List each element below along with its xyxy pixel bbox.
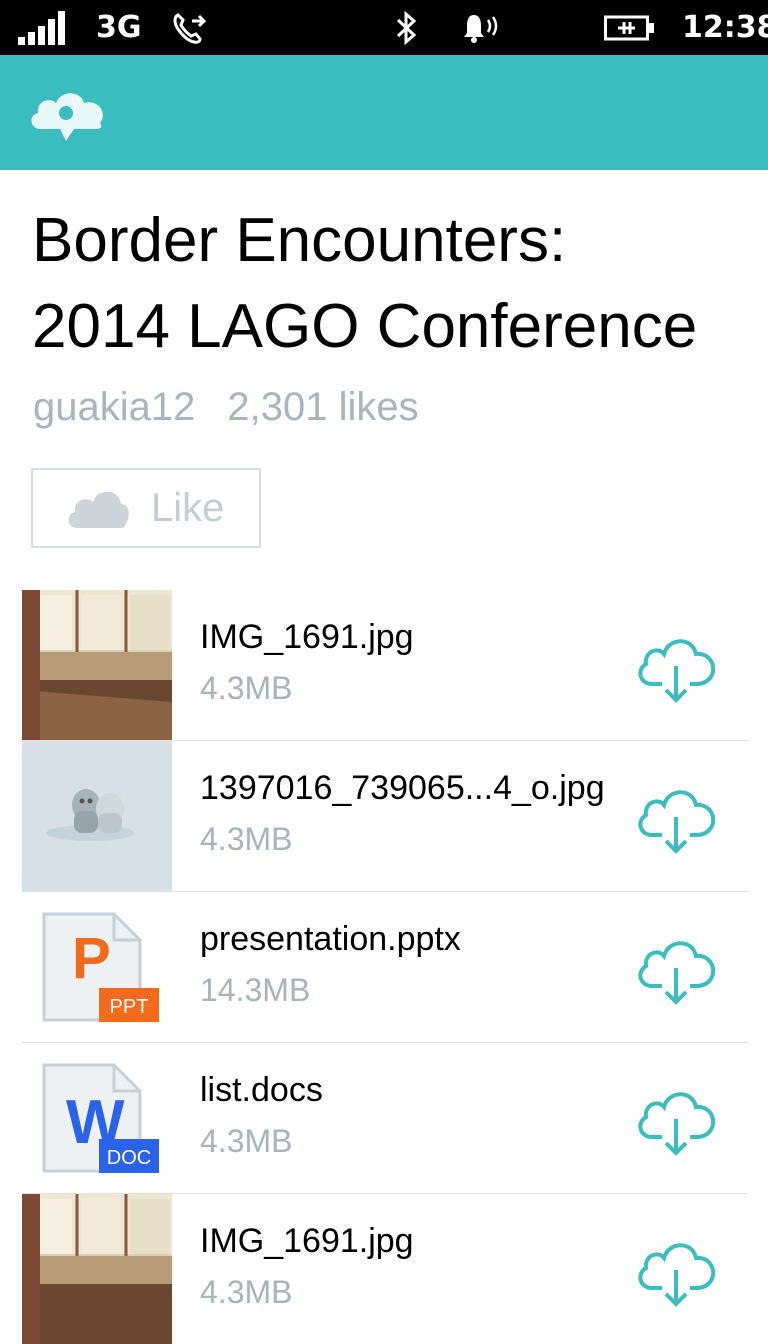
file-row[interactable]: IMG_1691.jpg 4.3MB [22,1194,748,1344]
call-forwarding-icon [172,0,208,55]
figure-thumbnail [22,741,172,891]
owner-name[interactable]: guakia12 [33,385,195,430]
cloud-download-icon[interactable] [634,928,718,1008]
title-line-1: Border Encounters: [32,206,567,275]
ringer-vibrate-icon [462,0,502,55]
app-header [0,55,768,170]
file-row[interactable]: 1397016_739065...4_o.jpg 4.3MB [22,741,748,892]
file-row[interactable]: W DOC list.docs 4.3MB [22,1043,748,1194]
cloud-icon [65,486,129,530]
photo-thumbnail [22,590,172,740]
status-bar: 3G 12:38 [0,0,768,55]
ppt-letter: P [72,926,111,991]
file-name: IMG_1691.jpg [200,618,414,656]
clock: 12:38 [682,10,768,45]
file-row[interactable]: P PPT presentation.pptx 14.3MB [22,892,748,1043]
signal-icon [18,0,66,55]
ppt-badge: PPT [110,996,149,1018]
network-type: 3G [96,10,142,45]
cloud-download-icon[interactable] [634,777,718,857]
file-size: 4.3MB [200,670,293,706]
file-name: presentation.pptx [200,920,461,958]
doc-badge: DOC [107,1147,151,1169]
file-size: 14.3MB [200,972,311,1008]
page-title: Border Encounters: 2014 LAGO Conference [32,198,752,370]
file-size: 4.3MB [200,1123,293,1159]
cloud-download-icon[interactable] [634,1079,718,1159]
like-button[interactable]: Like [31,468,261,548]
file-row[interactable]: IMG_1691.jpg 4.3MB [22,590,748,741]
title-line-2: 2014 LAGO Conference [32,292,698,361]
file-list: IMG_1691.jpg 4.3MB 1397016_739065...4_o.… [22,590,748,1344]
file-name: IMG_1691.jpg [200,1222,414,1260]
photo-thumbnail [22,1194,172,1344]
battery-charging-icon [604,0,656,55]
like-label: Like [151,485,225,530]
likes-count: 2,301 likes [227,385,419,429]
ppt-file-icon: P PPT [22,892,172,1042]
collection-meta: guakia12 2,301 likes [33,385,419,430]
file-size: 4.3MB [200,821,293,857]
file-name: 1397016_739065...4_o.jpg [200,769,605,807]
cloud-download-icon[interactable] [634,626,718,706]
cloud-download-icon[interactable] [634,1230,718,1310]
doc-file-icon: W DOC [22,1043,172,1193]
bluetooth-icon [395,0,419,55]
cloud-pin-logo-icon[interactable] [28,85,108,151]
file-name: list.docs [200,1071,323,1109]
